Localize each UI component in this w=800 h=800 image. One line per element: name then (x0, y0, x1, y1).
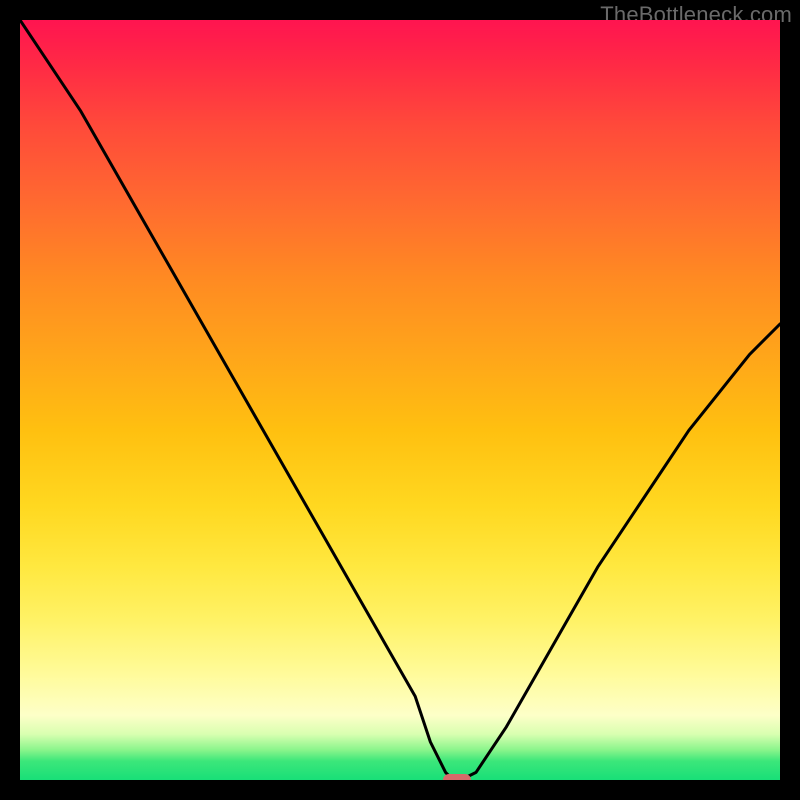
minimum-marker (443, 774, 471, 780)
plot-area (20, 20, 780, 780)
chart-frame: TheBottleneck.com (0, 0, 800, 800)
bottleneck-curve (20, 20, 780, 780)
